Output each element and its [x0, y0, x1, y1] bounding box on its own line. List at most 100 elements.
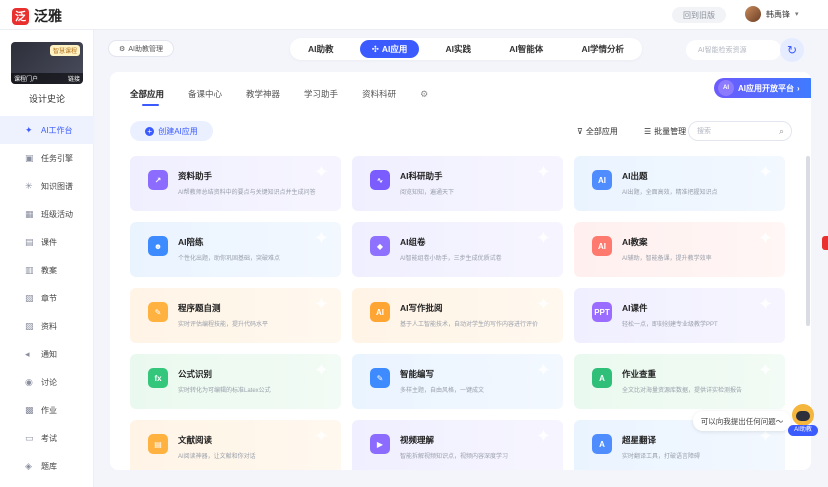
category-tab-4[interactable]: 资料科研 [362, 82, 396, 106]
sidebar-item-7[interactable]: ▨ 资料 [0, 312, 94, 340]
app-card-desc: AI智能组卷小助手，三步生成优质试卷 [400, 256, 502, 262]
sparkle-icon: ✦ [313, 162, 329, 182]
tab-0[interactable]: AI助教 [296, 40, 346, 58]
sidebar-item-0[interactable]: ✦ AI工作台 [0, 116, 94, 144]
translate-icon: A [592, 434, 612, 454]
sidebar-item-11[interactable]: ▭ 考试 [0, 424, 94, 452]
list-icon: ☰ [644, 127, 652, 136]
category-tab-0[interactable]: 全部应用 [130, 82, 164, 106]
course-cover-bar: 课程门户 链接 [11, 73, 83, 84]
filter-label: 全部应用 [585, 127, 618, 136]
batch-manage-button[interactable]: ☰ 批量管理 [644, 126, 686, 137]
top-tabs: AI助教 ✣ AI应用 AI实践 AI智能体 AI学情分析 [290, 38, 642, 60]
app-logo[interactable]: 泛 泛雅 [12, 6, 62, 26]
scrollbar[interactable] [806, 156, 810, 326]
sidebar-item-8[interactable]: ◂ 通知 [0, 340, 94, 368]
sidebar-item-3[interactable]: ▦ 班级活动 [0, 200, 94, 228]
assistant-label: AI助教 [788, 425, 818, 436]
category-tab-3[interactable]: 学习助手 [304, 82, 338, 106]
side-handle[interactable] [822, 236, 828, 250]
discussion-icon: ◉ [25, 376, 33, 387]
search-placeholder: 搜索 [697, 128, 711, 135]
quiz-icon: AI [592, 170, 612, 190]
trend-icon: ↗ [148, 170, 168, 190]
app-card[interactable]: ↗ 资料助手 AI帮教师总结资料中的要点与关键知识点并生成问答 ✦ [130, 156, 341, 211]
sparkle-icon: ✦ [757, 360, 773, 380]
create-label: 创建AI应用 [158, 126, 198, 136]
practice-icon: ☻ [148, 236, 168, 256]
app-card[interactable]: AI AI出题 AI出题，全面高效，精准把握知识点 ✦ [574, 156, 785, 211]
sidebar-item-6[interactable]: ▧ 章节 [0, 284, 94, 312]
sidebar-item-10[interactable]: ▩ 作业 [0, 396, 94, 424]
app-card-desc: 阅览知知，遍通天下 [400, 190, 455, 196]
app-card[interactable]: ∿ AI科研助手 阅览知知，遍通天下 ✦ [352, 156, 563, 211]
edit-icon: ✎ [370, 368, 390, 388]
course-link[interactable]: 链接 [68, 74, 80, 83]
top-bar: 泛 泛雅 回到旧版 韩禹锋 ▾ [0, 0, 828, 30]
tab-label: AI助教 [308, 44, 334, 54]
sparkle-icon: ✦ [313, 426, 329, 446]
sidebar-item-1[interactable]: ▣ 任务引擎 [0, 144, 94, 172]
sparkle-icon: ✦ [535, 426, 551, 446]
app-card[interactable]: fx 公式识别 实时转化为可编辑的标准Latex公式 ✦ [130, 354, 341, 409]
app-card[interactable]: PPT AI课件 轻松一点，即刻创建专业级教学PPT ✦ [574, 288, 785, 343]
ai-open-platform-button[interactable]: AI AI应用开放平台 › [714, 78, 811, 98]
tab-label: AI应用 [381, 44, 408, 54]
ai-manage-label: AI助教管理 [128, 45, 163, 53]
sidebar-item-label: 作业 [41, 405, 57, 415]
create-ai-app-button[interactable]: + 创建AI应用 [130, 121, 213, 141]
tab-4[interactable]: AI学情分析 [569, 40, 636, 58]
search-icon[interactable]: ⌕ [779, 126, 784, 137]
ai-assistant-bot[interactable]: AI助教 [786, 402, 820, 436]
sidebar-item-label: 题库 [41, 461, 57, 471]
sidebar-item-12[interactable]: ◈ 题库 [0, 452, 94, 480]
app-card-desc: 基于人工智能技术，自动对学生的写作内容进行评价 [400, 322, 539, 328]
refresh-icon[interactable]: ↻ [780, 38, 804, 62]
app-card-desc: 轻松一点，即刻创建专业级教学PPT [622, 322, 718, 328]
ai-assistant-manage-button[interactable]: ⚙ AI助教管理 [108, 40, 174, 57]
app-grid-icon: ✣ [371, 43, 379, 54]
app-card[interactable]: ◆ AI组卷 AI智能组卷小助手，三步生成优质试卷 ✦ [352, 222, 563, 277]
assistant-bubble[interactable]: 可以向我提出任何问题～ [693, 411, 791, 431]
app-card[interactable]: AI AI教案 AI辅助，智能备课，提升教学效率 ✦ [574, 222, 785, 277]
app-card-desc: AI阅读神器，让文献和你对话 [178, 454, 256, 460]
app-card[interactable]: ☻ AI陪练 个性化出题，助你巩固基础，突破难点 ✦ [130, 222, 341, 277]
tab-label: AI学情分析 [581, 44, 624, 54]
course-portal-link[interactable]: 课程门户 [14, 74, 38, 83]
logo-text: 泛雅 [34, 8, 62, 24]
sidebar: 智慧课程 课程门户 链接 设计史论 ✦ AI工作台 ▣ 任务引擎 ✳ 知识图谱 ▦ 班级活动 ▤… [0, 30, 94, 487]
sidebar-item-4[interactable]: ▤ 课件 [0, 228, 94, 256]
app-card-desc: AI帮教师总结资料中的要点与关键知识点并生成问答 [178, 190, 316, 196]
category-settings-icon[interactable]: ⚙ [420, 82, 428, 106]
tab-3[interactable]: AI智能体 [497, 40, 555, 58]
sidebar-item-9[interactable]: ◉ 讨论 [0, 368, 94, 396]
course-cover[interactable]: 智慧课程 课程门户 链接 [11, 42, 83, 84]
sidebar-item-5[interactable]: ▥ 教案 [0, 256, 94, 284]
app-search-input[interactable]: 搜索 ⌕ [688, 121, 792, 141]
category-tab-2[interactable]: 教学神器 [246, 82, 280, 106]
avatar [745, 6, 761, 22]
tab-2[interactable]: AI实践 [434, 40, 484, 58]
app-card[interactable]: ✎ 程序题自测 实时评估编程技能，提升代码水平 ✦ [130, 288, 341, 343]
sparkle-icon: ✦ [535, 162, 551, 182]
sidebar-item-label: 班级活动 [41, 209, 73, 219]
resource-search-input[interactable]: AI智能检索资源 [686, 40, 781, 60]
tab-label: AI智能体 [509, 44, 544, 54]
sparkle-icon: ✦ [535, 228, 551, 248]
app-card[interactable]: ▶ 视频理解 智能拆解视频知识点，视频内容深度学习 ✦ [352, 420, 563, 470]
sparkle-icon: ✦ [757, 228, 773, 248]
category-tab-1[interactable]: 备课中心 [188, 82, 222, 106]
app-card[interactable]: A 作业查重 全文比对海量资源库数据，提供详实检测报告 ✦ [574, 354, 785, 409]
user-menu[interactable]: 韩禹锋 ▾ [745, 6, 799, 22]
app-card[interactable]: ▤ 文献阅读 AI阅读神器，让文献和你对话 ✦ [130, 420, 341, 470]
sidebar-item-2[interactable]: ✳ 知识图谱 [0, 172, 94, 200]
check-icon: A [592, 368, 612, 388]
app-card[interactable]: ✎ 智能编写 多样主题，自由风格，一键成文 ✦ [352, 354, 563, 409]
sparkle-icon: ✦ [313, 294, 329, 314]
back-to-old-version-button[interactable]: 回到旧版 [672, 7, 726, 23]
filter-dropdown[interactable]: ⊽ 全部应用 [577, 126, 618, 137]
sparkle-icon: ✦ [313, 228, 329, 248]
tab-1[interactable]: ✣ AI应用 [359, 40, 420, 58]
homework-icon: ▩ [25, 404, 34, 415]
app-card[interactable]: AI AI写作批阅 基于人工智能技术，自动对学生的写作内容进行评价 ✦ [352, 288, 563, 343]
